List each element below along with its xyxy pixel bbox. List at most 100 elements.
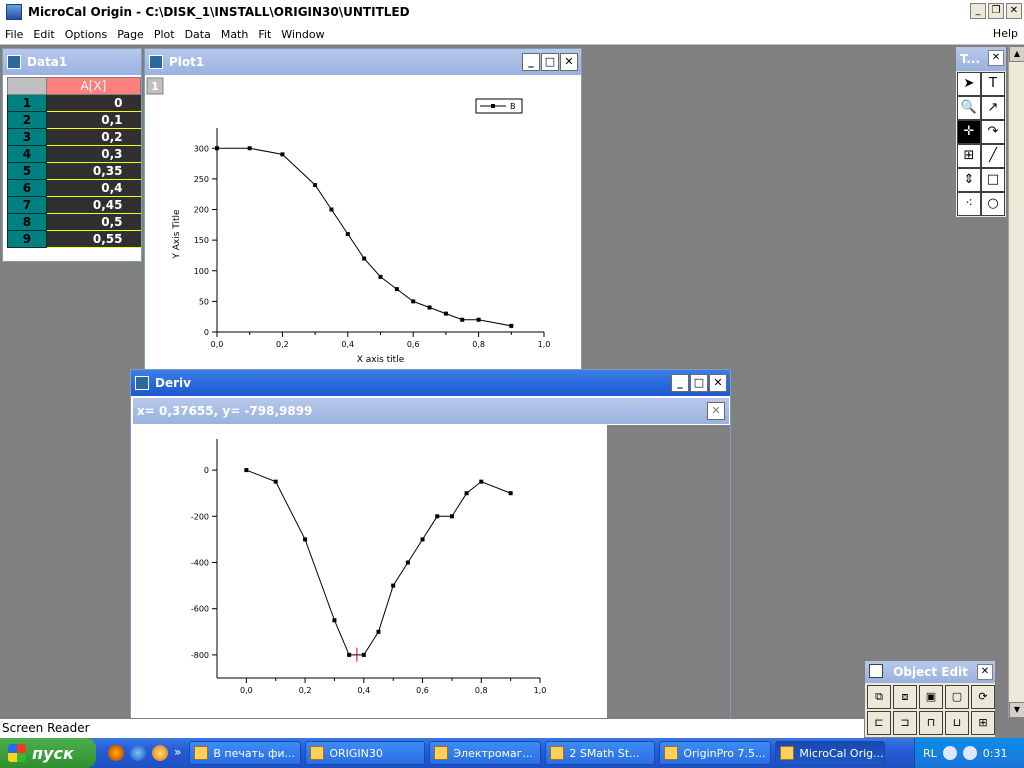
cell-value[interactable]: 0,45	[45, 196, 141, 214]
cell-value[interactable]: 0,2	[45, 128, 141, 146]
menu-plot[interactable]: Plot	[149, 28, 180, 41]
column-header[interactable]: A[X]	[45, 77, 141, 95]
tools-close-button[interactable]: ✕	[988, 50, 1004, 66]
row-number[interactable]: 9	[7, 230, 47, 248]
object-edit-close-button[interactable]: ✕	[977, 664, 993, 680]
deriv-chart[interactable]: 0,0 0,2 0,4 0,6 0,8 1,0 0 -200 -400 -600 -800	[131, 425, 605, 719]
scatter-tool-icon[interactable]: ⁖	[957, 192, 981, 216]
quick-launch-more-icon[interactable]: »	[174, 745, 181, 761]
plot1-close-button[interactable]: ✕	[560, 53, 578, 71]
row-number[interactable]: 8	[7, 213, 47, 231]
row-number[interactable]: 1	[7, 94, 47, 112]
align-left-icon[interactable]: ⊏	[867, 711, 891, 735]
cell-value[interactable]: 0,4	[45, 179, 141, 197]
data1-titlebar[interactable]: Data1	[3, 49, 141, 75]
rectangle-tool-icon[interactable]: □	[981, 168, 1005, 192]
front-icon[interactable]: ▣	[919, 685, 943, 709]
pointer-tool-icon[interactable]: ➤	[957, 72, 981, 96]
align-top-icon[interactable]: ⊓	[919, 711, 943, 735]
row-number[interactable]: 7	[7, 196, 47, 214]
row-number[interactable]: 3	[7, 128, 47, 146]
readout-close-button[interactable]: ✕	[707, 402, 725, 420]
menu-data[interactable]: Data	[180, 28, 216, 41]
crosshair-tool-icon[interactable]: ✛	[957, 120, 981, 144]
cell-value[interactable]: 0,5	[45, 213, 141, 231]
cell-value[interactable]: 0,3	[45, 145, 141, 163]
row-number[interactable]: 5	[7, 162, 47, 180]
table-corner[interactable]	[7, 77, 47, 95]
cell-value[interactable]: 0,35	[45, 162, 141, 180]
object-edit-titlebar[interactable]: Object Edit ✕	[865, 661, 995, 683]
table-row[interactable]: 3 0,2	[7, 128, 141, 146]
align-bottom-icon[interactable]: ⊔	[945, 711, 969, 735]
row-number[interactable]: 2	[7, 111, 47, 129]
plot1-minimize-button[interactable]: _	[522, 53, 540, 71]
table-row[interactable]: 4 0,3	[7, 145, 141, 163]
menu-edit[interactable]: Edit	[28, 28, 59, 41]
data-selector-tool-icon[interactable]: ⊞	[957, 144, 981, 168]
tools-titlebar[interactable]: T... ✕	[956, 47, 1006, 71]
align-center-icon[interactable]: ⊞	[971, 711, 995, 735]
table-row[interactable]: 2 0,1	[7, 111, 141, 129]
plot1-maximize-button[interactable]: □	[541, 53, 559, 71]
deriv-close-button[interactable]: ✕	[709, 374, 727, 392]
app-restore-button[interactable]: ❐	[988, 3, 1004, 19]
language-indicator[interactable]: RL	[923, 747, 937, 760]
tray-network-icon[interactable]	[962, 746, 977, 760]
taskbar-button[interactable]: MicroCal Orig...	[775, 741, 886, 765]
menu-help[interactable]: Help	[993, 27, 1018, 40]
taskbar-button[interactable]: OriginPro 7.5...	[659, 741, 772, 765]
zoom-tool-icon[interactable]: 🔍	[957, 96, 981, 120]
plot1-window[interactable]: Plot1 _ □ ✕ 1 0,0 0,2 0,4 0,6 0,8 1,0 0 50 100 150…	[144, 48, 582, 370]
back-icon[interactable]: ▢	[945, 685, 969, 709]
menu-file[interactable]: File	[0, 28, 28, 41]
table-row[interactable]: 9 0,55	[7, 230, 141, 248]
menu-fit[interactable]: Fit	[253, 28, 276, 41]
app-close-button[interactable]: ✕	[1006, 3, 1022, 19]
menu-options[interactable]: Options	[60, 28, 112, 41]
table-row[interactable]: 10	[7, 94, 141, 112]
deriv-minimize-button[interactable]: _	[671, 374, 689, 392]
start-button[interactable]: пуск	[0, 738, 96, 768]
align-right-icon[interactable]: ⊐	[893, 711, 917, 735]
rotate-icon[interactable]: ⟳	[971, 685, 995, 709]
browser-icon[interactable]	[108, 745, 124, 761]
deriv-maximize-button[interactable]: □	[690, 374, 708, 392]
row-number[interactable]: 6	[7, 179, 47, 197]
deriv-window[interactable]: Deriv _ □ ✕ x= 0,37655, y= -798,9899 ✕ 0…	[130, 369, 731, 719]
cell-value[interactable]: 0,55	[45, 230, 141, 248]
taskbar-button[interactable]: ORIGIN30	[305, 741, 426, 765]
workspace-scrollbar[interactable]: ▲ ▼	[1008, 46, 1024, 718]
line-tool-icon[interactable]: ╱	[981, 144, 1005, 168]
menu-page[interactable]: Page	[112, 28, 149, 41]
taskbar-button[interactable]: Электромаг...	[429, 741, 542, 765]
menu-math[interactable]: Math	[216, 28, 254, 41]
plot1-chart[interactable]: 1 0,0 0,2 0,4 0,6 0,8 1,0 0 50 100 150 200 250 300 X a…	[145, 76, 581, 370]
tray-back-icon[interactable]	[942, 746, 957, 760]
deriv-titlebar[interactable]: Deriv _ □ ✕	[131, 370, 730, 396]
scale-tool-icon[interactable]: ⇕	[957, 168, 981, 192]
table-row[interactable]: 7 0,45	[7, 196, 141, 214]
app-icon[interactable]	[6, 4, 22, 20]
taskbar-button[interactable]: 2 SMath St...	[545, 741, 656, 765]
row-number[interactable]: 4	[7, 145, 47, 163]
data1-window[interactable]: Data1 A[X] 1 0 2 0,1 3 0,2 4 0,3 5 0,35 6 0,4 7 0,45 8…	[2, 48, 142, 262]
taskbar-button[interactable]: В печать фи...	[189, 741, 302, 765]
curved-arrow-tool-icon[interactable]: ↷	[981, 120, 1005, 144]
media-player-icon[interactable]	[152, 745, 168, 761]
text-tool-icon[interactable]: T	[981, 72, 1005, 96]
cell-value[interactable]: 0	[45, 94, 141, 112]
circle-tool-icon[interactable]: ○	[981, 192, 1005, 216]
table-row[interactable]: 5 0,35	[7, 162, 141, 180]
app-minimize-button[interactable]: _	[970, 3, 986, 19]
menu-window[interactable]: Window	[276, 28, 329, 41]
internet-explorer-icon[interactable]	[130, 745, 146, 761]
plot1-titlebar[interactable]: Plot1 _ □ ✕	[145, 49, 581, 75]
scroll-up-icon[interactable]: ▲	[1009, 46, 1024, 62]
table-row[interactable]: 8 0,5	[7, 213, 141, 231]
group-icon[interactable]: ⧉	[867, 685, 891, 709]
scroll-down-icon[interactable]: ▼	[1009, 702, 1024, 718]
arrow-tool-icon[interactable]: ↗	[981, 96, 1005, 120]
ungroup-icon[interactable]: ⧈	[893, 685, 917, 709]
cell-value[interactable]: 0,1	[45, 111, 141, 129]
